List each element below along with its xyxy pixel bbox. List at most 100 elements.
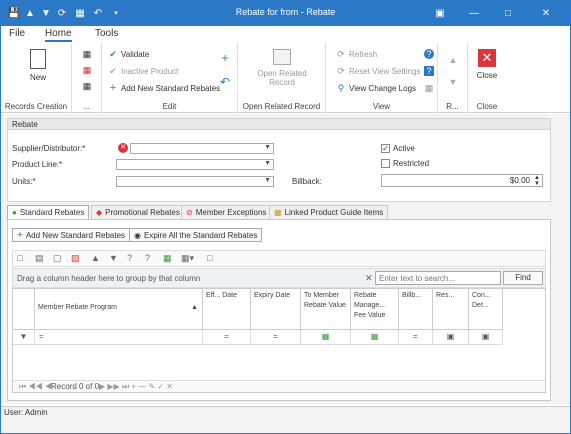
error-icon: ✕ xyxy=(118,143,128,153)
tab-member-exceptions[interactable]: ⊘ Member Exceptions xyxy=(181,205,272,219)
help-icon[interactable]: ? xyxy=(127,253,132,263)
add-new-standard-rebates-label: Add New Standard Rebates xyxy=(121,83,221,93)
minimize-icon[interactable]: — xyxy=(463,4,485,22)
tab-standard-rebates[interactable]: ● Standard Rebates xyxy=(7,205,90,219)
filter-cell[interactable]: = xyxy=(251,330,301,345)
help-icon[interactable]: ? xyxy=(424,49,434,59)
column-header[interactable]: Billb... xyxy=(399,289,433,330)
close-button[interactable]: ✕ Close xyxy=(474,49,500,80)
tab-label: Standard Rebates xyxy=(19,208,85,217)
view-change-logs-button[interactable]: ⚲ View Change Logs xyxy=(336,83,416,93)
menu-file[interactable]: File xyxy=(9,28,25,39)
supplier-dropdown[interactable]: ▼ xyxy=(130,143,274,154)
rebate-icon: ● xyxy=(12,208,17,217)
column-header[interactable]: Expiry Date xyxy=(251,289,301,330)
filter-cell[interactable]: ▦ xyxy=(301,330,351,345)
inactive-product-button[interactable]: ✔ Inactive Product xyxy=(108,66,178,76)
filter-cell[interactable]: ▣ xyxy=(469,330,503,345)
tab-label: Member Exceptions xyxy=(195,208,267,217)
filter-cell[interactable]: = xyxy=(35,330,203,345)
filter-cell[interactable]: ▦ xyxy=(351,330,399,345)
active-label: Active xyxy=(393,144,415,153)
maximize-icon[interactable]: □ xyxy=(497,4,519,22)
down-icon[interactable]: ▼ xyxy=(448,77,458,87)
up-icon[interactable]: ▲ xyxy=(91,253,100,263)
view-change-logs-label: View Change Logs xyxy=(349,83,417,93)
grid-toolbar: □ ▤ ▢ ▧ ▲ ▼ ? ? ▦ ▦▾ □ xyxy=(12,250,546,267)
reset-icon: ⟳ xyxy=(337,66,345,76)
excel-icon[interactable]: ▦ xyxy=(163,253,172,264)
filter-cell[interactable]: ▣ xyxy=(433,330,469,345)
search-input[interactable] xyxy=(375,271,501,285)
up-icon[interactable]: ▲ xyxy=(448,55,458,65)
tab-promotional-rebates[interactable]: ◆ Promotional Rebates xyxy=(91,205,185,219)
window-icon[interactable]: ▣ xyxy=(429,4,451,22)
columns-icon[interactable]: ▧ xyxy=(71,253,80,264)
active-checkbox[interactable]: ✓ xyxy=(381,144,390,153)
new-row-icon[interactable]: □ xyxy=(17,253,22,263)
clear-search-icon[interactable]: ✕ xyxy=(365,273,373,284)
nav-arrows-icon[interactable]: ⏮ ◀◀ ◀ xyxy=(19,382,52,392)
group-misc: ▦ ▦ ▦ ... xyxy=(72,43,102,113)
column-header[interactable]: Eff... Date xyxy=(203,289,251,330)
spin-icon[interactable]: ▲ ▼ xyxy=(534,175,540,187)
new-button[interactable]: New xyxy=(21,49,55,82)
column-header[interactable]: Con... Det... xyxy=(469,289,503,330)
save-close-icon[interactable]: ▦ xyxy=(82,81,92,91)
column-header[interactable]: Rebate Manage... Fee Value xyxy=(351,289,399,330)
ribbon: New Records Creation ▦ ▦ ▦ ... ✔ Validate… xyxy=(1,43,570,113)
group-view: ⟳ Refresh ⟳ Reset View Settings ⚲ View Chan… xyxy=(326,43,438,113)
menu-tools[interactable]: Tools xyxy=(95,28,118,39)
save-icon[interactable]: ▦ xyxy=(82,49,92,59)
delete-row-icon[interactable]: ▢ xyxy=(53,253,62,264)
validate-label: Validate xyxy=(121,49,150,59)
close-icon[interactable]: ✕ xyxy=(535,4,557,22)
open-related-record-button[interactable]: Open Related Record xyxy=(250,49,314,87)
edit-row-icon[interactable]: ▤ xyxy=(35,253,44,264)
validate-button[interactable]: ✔ Validate xyxy=(108,49,149,59)
billback-input[interactable]: $0.00 ▲ ▼ xyxy=(381,174,543,187)
group-label: R... xyxy=(446,102,459,111)
product-line-label: Product Line:* xyxy=(12,160,63,169)
undo-icon[interactable]: ↶ xyxy=(220,76,230,88)
add-new-standard-rebates-button[interactable]: + Add New Standard Rebates xyxy=(108,82,221,94)
chevron-down-icon: ▼ xyxy=(264,144,271,151)
refresh-button[interactable]: ⟳ Refresh xyxy=(336,49,377,59)
tab-label: Linked Product Guide Items xyxy=(284,208,384,217)
docs-icon[interactable]: ▦ xyxy=(424,83,434,93)
add-new-standard-rebates-button[interactable]: + Add New Standard Rebates xyxy=(12,228,131,242)
column-header[interactable]: Member Rebate Program ▲ xyxy=(35,289,203,330)
status-user: User: Admin xyxy=(4,408,48,417)
reset-view-settings-button[interactable]: ⟳ Reset View Settings xyxy=(336,66,420,76)
plus-icon: + xyxy=(109,82,117,94)
rebate-panel: Rebate Supplier/Distributor:* ✕ ▼ Produc… xyxy=(7,118,551,202)
restricted-checkbox[interactable] xyxy=(381,159,390,168)
down-icon[interactable]: ▼ xyxy=(109,253,118,263)
filter-cell[interactable]: = xyxy=(399,330,433,345)
tab-linked-product-guide-items[interactable]: ▦ Linked Product Guide Items xyxy=(269,205,389,219)
print-preview-icon[interactable]: □ xyxy=(207,253,212,263)
column-label: Con... Det... xyxy=(472,292,491,309)
checkbox-filter-icon: ▣ xyxy=(446,332,455,341)
check-icon: ✔ xyxy=(109,66,117,76)
help-book-icon[interactable]: ? xyxy=(145,253,150,263)
product-line-dropdown[interactable]: ▼ xyxy=(116,159,274,170)
menu-bar: File Home Tools xyxy=(1,26,570,43)
title-bar: 💾 ▲ ▼ ⟳ ▦ ↶ ▾ Rebate for from - Rebate ▣… xyxy=(1,1,570,26)
layout-icon[interactable]: ▦▾ xyxy=(181,253,194,264)
checkbox-filter-icon: ▣ xyxy=(481,332,490,341)
expire-all-button[interactable]: ◉ Expire All the Standard Rebates xyxy=(129,228,263,242)
help-book-icon[interactable]: ? xyxy=(424,66,434,76)
rebates-grid: Member Rebate Program ▲ Eff... Date Expir… xyxy=(12,288,546,393)
chevron-down-icon: ▼ xyxy=(264,160,271,167)
find-button[interactable]: Find xyxy=(503,271,543,285)
save-new-icon[interactable]: ▦ xyxy=(82,65,92,75)
filter-cell[interactable]: = xyxy=(203,330,251,345)
units-dropdown[interactable]: ▼ xyxy=(116,176,274,187)
column-header[interactable]: Res... xyxy=(433,289,469,330)
reset-view-settings-label: Reset View Settings xyxy=(349,66,421,76)
add-icon[interactable]: + xyxy=(220,52,230,64)
column-header[interactable]: To Member Rebate Value xyxy=(301,289,351,330)
menu-home[interactable]: Home xyxy=(45,28,72,42)
nav-forward-icon[interactable]: ▶ ▶▶ ⏭ + — ✎ ✓ ✕ xyxy=(99,382,173,392)
